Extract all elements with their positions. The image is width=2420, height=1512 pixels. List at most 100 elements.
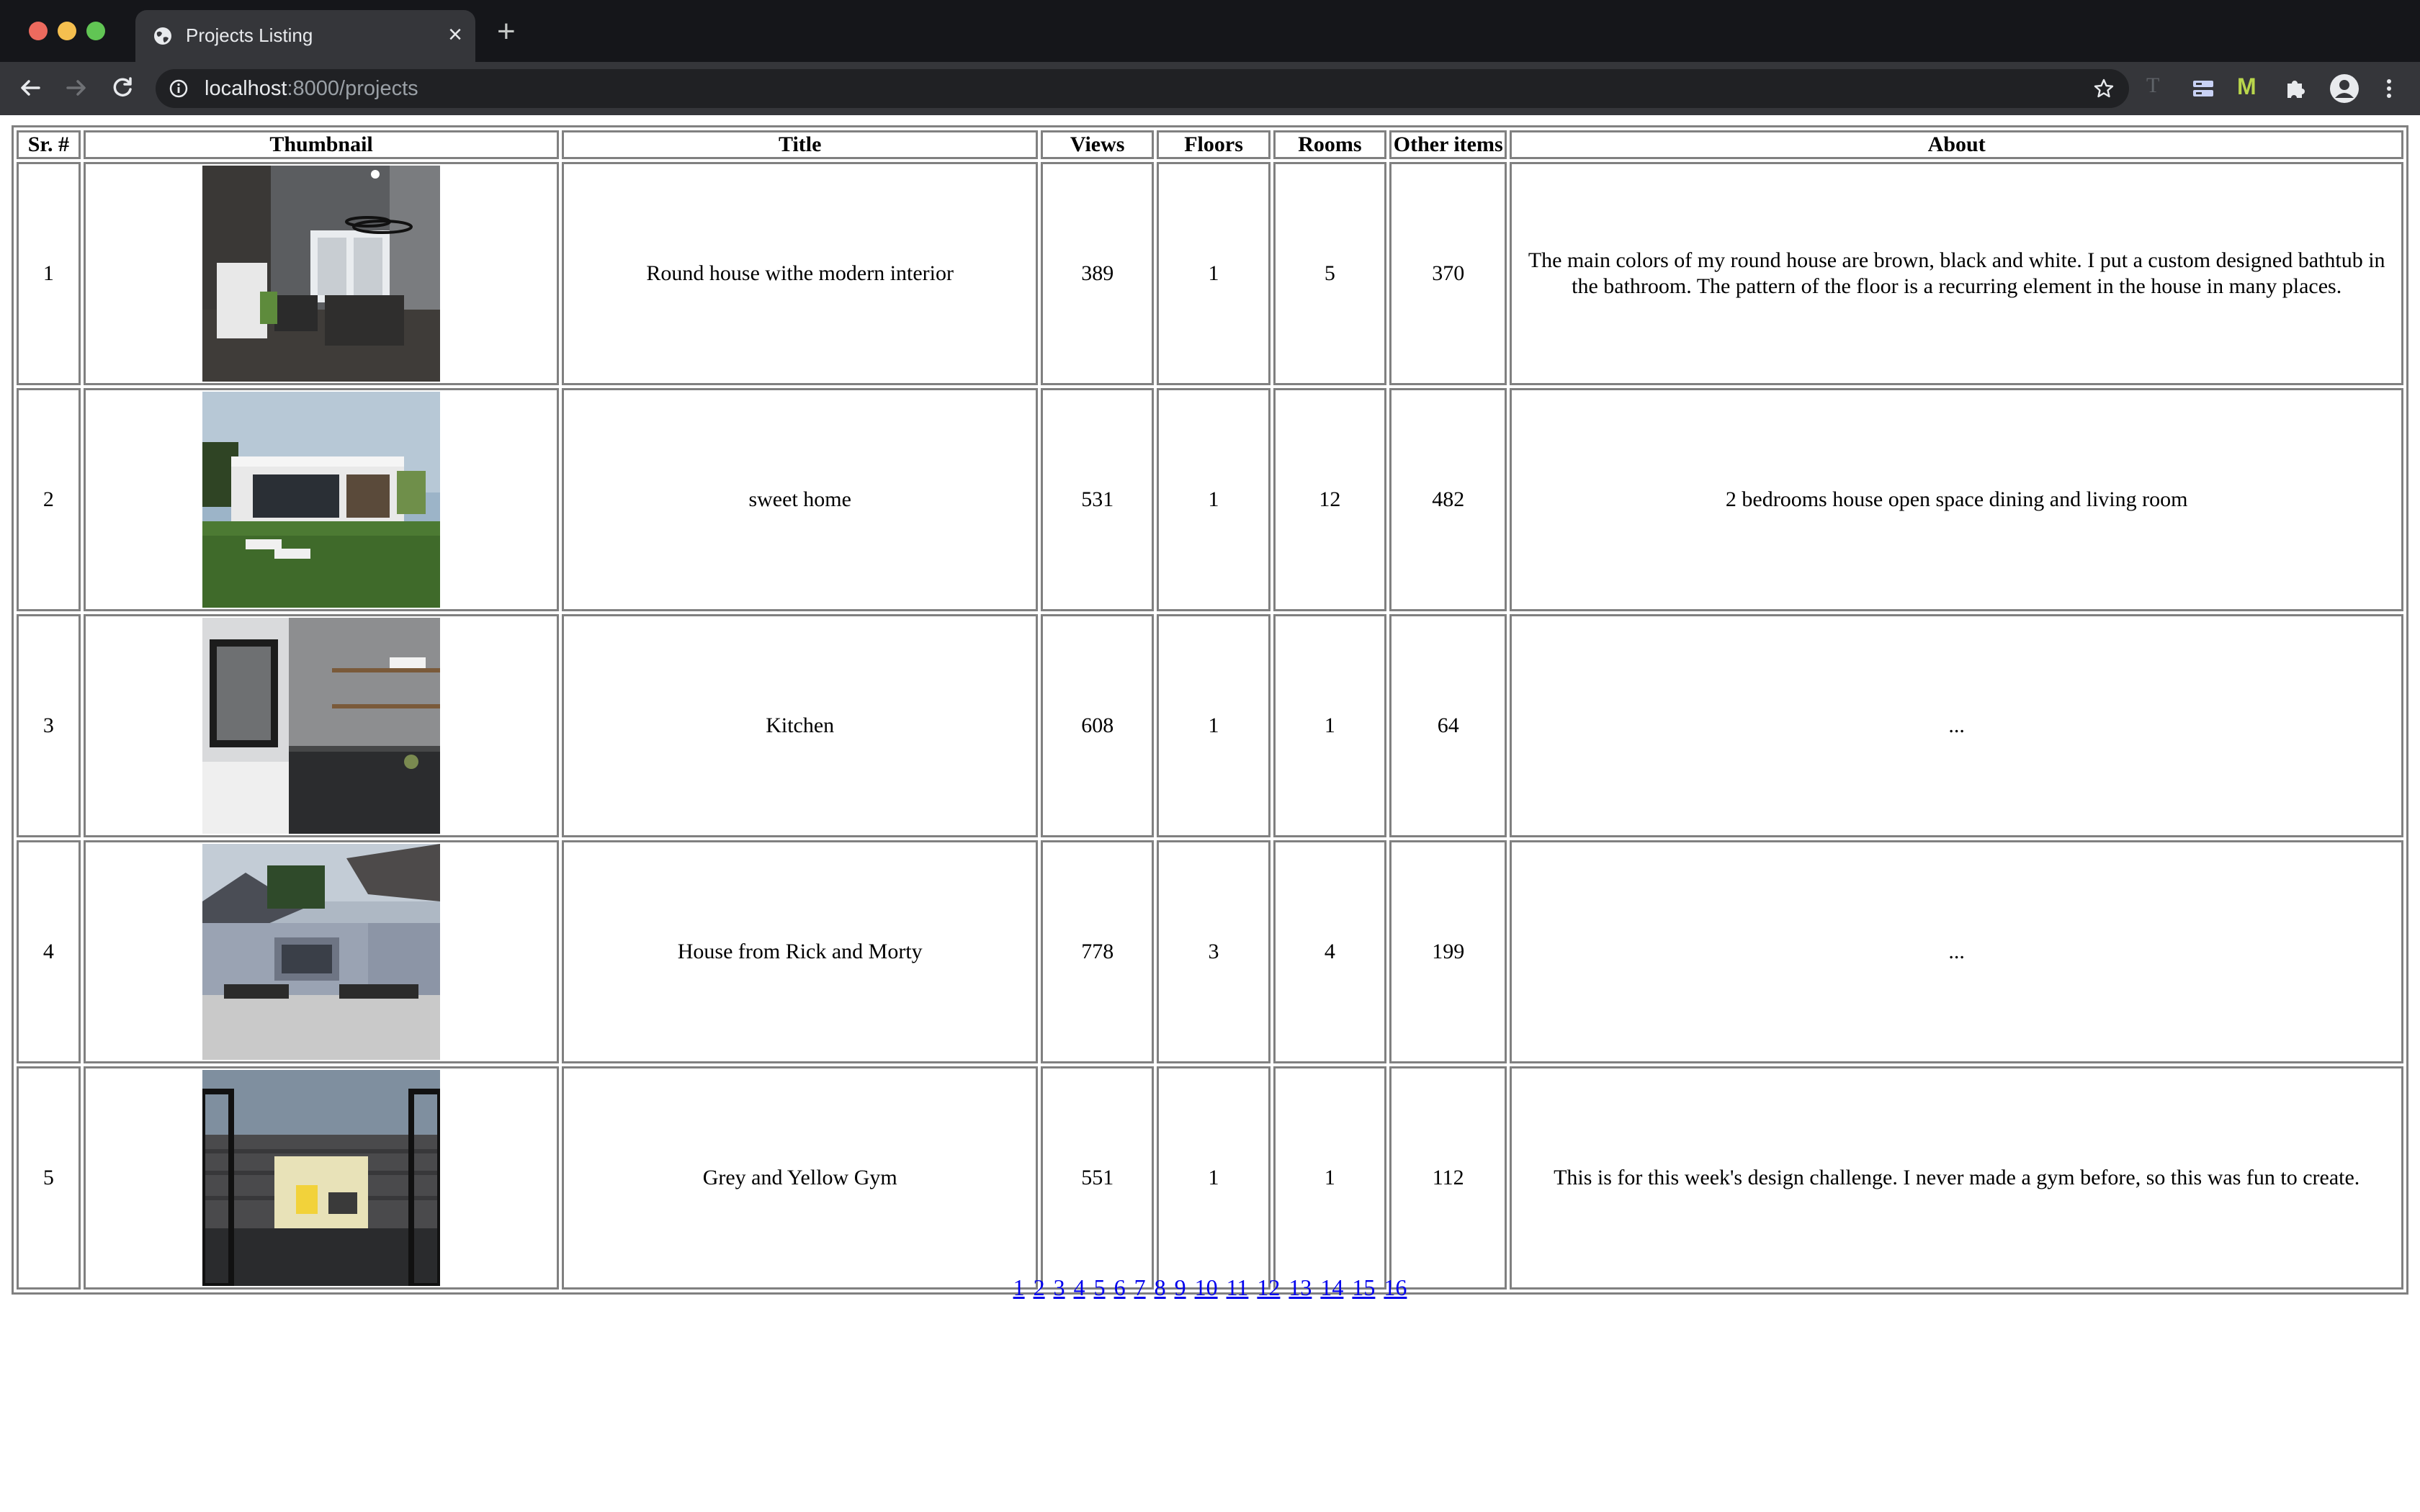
pagination: 1 2 3 4 5 6 7 8 9 10 11 12 13 14 15 16 — [0, 1274, 2420, 1301]
cell-about: This is for this week's design challenge… — [1510, 1066, 2403, 1290]
table-row: 2 sweet home 531 1 12 482 2 bedrooms hou… — [17, 388, 2403, 611]
cell-other-items: 482 — [1389, 388, 1507, 611]
table-header-row: Sr. # Thumbnail Title Views Floors Rooms… — [17, 130, 2403, 159]
cell-about: The main colors of my round house are br… — [1510, 162, 2403, 385]
page-link-1[interactable]: 1 — [1013, 1274, 1025, 1300]
new-tab-button[interactable]: + — [497, 16, 516, 48]
profile-avatar-icon[interactable] — [2329, 73, 2360, 104]
thumbnail-image — [202, 618, 441, 834]
page-link-7[interactable]: 7 — [1134, 1274, 1146, 1300]
page-link-3[interactable]: 3 — [1054, 1274, 1065, 1300]
page-link-8[interactable]: 8 — [1155, 1274, 1166, 1300]
address-bar[interactable]: localhost:8000/projects — [156, 69, 2129, 108]
column-header-title: Title — [562, 130, 1039, 159]
column-header-rooms: Rooms — [1273, 130, 1387, 159]
browser-chrome: Projects Listing × + localhost:8000/proj… — [0, 0, 2420, 115]
cell-views: 778 — [1041, 840, 1155, 1063]
projects-table: Sr. # Thumbnail Title Views Floors Rooms… — [12, 125, 2408, 1295]
thumbnail-image — [202, 166, 441, 382]
tab-close-icon[interactable]: × — [448, 22, 462, 48]
cell-other-items: 370 — [1389, 162, 1507, 385]
window-close-button[interactable] — [29, 22, 48, 40]
column-header-thumbnail: Thumbnail — [83, 130, 560, 159]
cell-about: ... — [1510, 840, 2403, 1063]
thumbnail-image — [202, 844, 441, 1060]
extension-t-icon[interactable]: T — [2146, 73, 2171, 98]
url-host: localhost — [205, 77, 287, 100]
kebab-menu-icon[interactable] — [2377, 76, 2401, 101]
cell-views: 551 — [1041, 1066, 1155, 1290]
cell-thumbnail — [83, 840, 560, 1063]
page-link-12[interactable]: 12 — [1257, 1274, 1280, 1300]
page-link-10[interactable]: 10 — [1195, 1274, 1218, 1300]
cell-views: 389 — [1041, 162, 1155, 385]
cell-thumbnail — [83, 1066, 560, 1290]
thumbnail-image — [202, 1070, 441, 1286]
page-link-9[interactable]: 9 — [1175, 1274, 1186, 1300]
cell-title: Round house withe modern interior — [562, 162, 1039, 385]
cell-about: 2 bedrooms house open space dining and l… — [1510, 388, 2403, 611]
window-maximize-button[interactable] — [86, 22, 105, 40]
table-row: 1 Round house withe modern interior 389 … — [17, 162, 2403, 385]
back-arrow-icon[interactable] — [17, 75, 43, 101]
column-header-about: About — [1510, 130, 2403, 159]
cell-sr: 5 — [17, 1066, 81, 1290]
cell-other-items: 112 — [1389, 1066, 1507, 1290]
url-path: :8000/projects — [287, 77, 418, 100]
cell-other-items: 199 — [1389, 840, 1507, 1063]
cell-title: sweet home — [562, 388, 1039, 611]
page-link-16[interactable]: 16 — [1384, 1274, 1407, 1300]
forward-arrow-icon[interactable] — [63, 75, 89, 101]
extension-m-icon[interactable]: M — [2237, 73, 2262, 99]
globe-icon — [154, 27, 171, 45]
cell-floors: 3 — [1157, 840, 1270, 1063]
tab-strip: Projects Listing × + — [0, 0, 2420, 62]
cell-rooms: 4 — [1273, 840, 1387, 1063]
column-header-views: Views — [1041, 130, 1155, 159]
site-info-icon[interactable] — [169, 78, 189, 99]
cell-about: ... — [1510, 614, 2403, 837]
cell-views: 531 — [1041, 388, 1155, 611]
cell-floors: 1 — [1157, 1066, 1270, 1290]
cell-title: Grey and Yellow Gym — [562, 1066, 1039, 1290]
page-link-6[interactable]: 6 — [1114, 1274, 1126, 1300]
tab-projects-listing[interactable]: Projects Listing × — [135, 10, 475, 62]
window-minimize-button[interactable] — [58, 22, 76, 40]
page-link-11[interactable]: 11 — [1227, 1274, 1249, 1300]
browser-toolbar: localhost:8000/projects T M — [0, 62, 2420, 115]
extension-database-icon[interactable] — [2191, 76, 2215, 101]
page-link-13[interactable]: 13 — [1289, 1274, 1312, 1300]
cell-thumbnail — [83, 614, 560, 837]
tab-title: Projects Listing — [186, 24, 313, 46]
url-text[interactable]: localhost:8000/projects — [205, 77, 418, 101]
extensions-puzzle-icon[interactable] — [2283, 76, 2308, 101]
table-row: 3 Kitchen 608 1 1 64 ... — [17, 614, 2403, 837]
page-link-15[interactable]: 15 — [1352, 1274, 1375, 1300]
page-link-14[interactable]: 14 — [1320, 1274, 1343, 1300]
cell-floors: 1 — [1157, 614, 1270, 837]
cell-floors: 1 — [1157, 162, 1270, 385]
page-link-5[interactable]: 5 — [1094, 1274, 1106, 1300]
cell-rooms: 1 — [1273, 614, 1387, 837]
cell-sr: 3 — [17, 614, 81, 837]
cell-views: 608 — [1041, 614, 1155, 837]
cell-rooms: 12 — [1273, 388, 1387, 611]
page-link-2[interactable]: 2 — [1034, 1274, 1045, 1300]
cell-thumbnail — [83, 162, 560, 385]
table-row: 4 House from Rick and Morty 778 3 4 199 … — [17, 840, 2403, 1063]
cell-sr: 2 — [17, 388, 81, 611]
thumbnail-image — [202, 392, 441, 608]
page-content: Sr. # Thumbnail Title Views Floors Rooms… — [0, 115, 2420, 1512]
cell-sr: 1 — [17, 162, 81, 385]
page-link-4[interactable]: 4 — [1074, 1274, 1085, 1300]
cell-rooms: 5 — [1273, 162, 1387, 385]
column-header-floors: Floors — [1157, 130, 1270, 159]
cell-rooms: 1 — [1273, 1066, 1387, 1290]
reload-icon[interactable] — [109, 75, 135, 101]
cell-thumbnail — [83, 388, 560, 611]
bookmark-star-icon[interactable] — [2093, 78, 2115, 99]
column-header-other-items: Other items — [1389, 130, 1507, 159]
cell-title: Kitchen — [562, 614, 1039, 837]
cell-floors: 1 — [1157, 388, 1270, 611]
column-header-sr: Sr. # — [17, 130, 81, 159]
